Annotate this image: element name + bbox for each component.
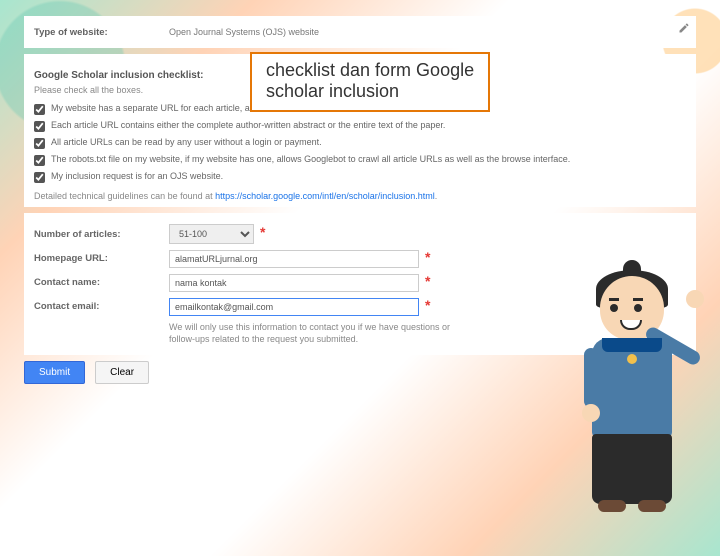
checklist-item: Each article URL contains either the com… bbox=[34, 120, 686, 132]
num-articles-select[interactable]: 51-100 bbox=[169, 224, 254, 244]
homepage-url-input[interactable] bbox=[169, 250, 419, 268]
checkbox-3[interactable] bbox=[34, 138, 45, 149]
checkbox-4[interactable] bbox=[34, 155, 45, 166]
clear-button[interactable]: Clear bbox=[95, 361, 149, 384]
callout-line2: scholar inclusion bbox=[266, 81, 399, 101]
checklist-item-text: The robots.txt file on my website, if my… bbox=[51, 154, 570, 166]
checkbox-2[interactable] bbox=[34, 121, 45, 132]
form-note: We will only use this information to con… bbox=[169, 322, 469, 345]
submit-button[interactable]: Submit bbox=[24, 361, 85, 384]
required-marker: * bbox=[425, 273, 430, 289]
required-marker: * bbox=[425, 249, 430, 265]
required-marker: * bbox=[425, 297, 430, 313]
contact-email-label: Contact email: bbox=[34, 301, 169, 312]
checklist-item: My inclusion request is for an OJS websi… bbox=[34, 171, 686, 183]
type-of-website-label: Type of website: bbox=[34, 27, 169, 38]
checklist-item: All article URLs can be read by any user… bbox=[34, 137, 686, 149]
avatar-illustration bbox=[562, 276, 702, 536]
checklist-item-text: My inclusion request is for an OJS websi… bbox=[51, 171, 223, 183]
guidelines-link[interactable]: https://scholar.google.com/intl/en/schol… bbox=[215, 191, 435, 201]
checklist-item-text: Each article URL contains either the com… bbox=[51, 120, 445, 132]
guidelines-text: Detailed technical guidelines can be fou… bbox=[34, 191, 686, 201]
callout-line1: checklist dan form Google bbox=[266, 60, 474, 80]
required-marker: * bbox=[260, 224, 265, 240]
edit-icon[interactable] bbox=[678, 22, 690, 36]
type-of-website-value: Open Journal Systems (OJS) website bbox=[169, 27, 319, 37]
callout-box: checklist dan form Google scholar inclus… bbox=[250, 52, 490, 112]
contact-name-label: Contact name: bbox=[34, 277, 169, 288]
num-articles-label: Number of articles: bbox=[34, 229, 169, 240]
contact-name-input[interactable] bbox=[169, 274, 419, 292]
homepage-url-label: Homepage URL: bbox=[34, 253, 169, 264]
checklist-item-text: All article URLs can be read by any user… bbox=[51, 137, 322, 149]
checkbox-1[interactable] bbox=[34, 104, 45, 115]
contact-email-input[interactable] bbox=[169, 298, 419, 316]
checkbox-5[interactable] bbox=[34, 172, 45, 183]
checklist-item: The robots.txt file on my website, if my… bbox=[34, 154, 686, 166]
